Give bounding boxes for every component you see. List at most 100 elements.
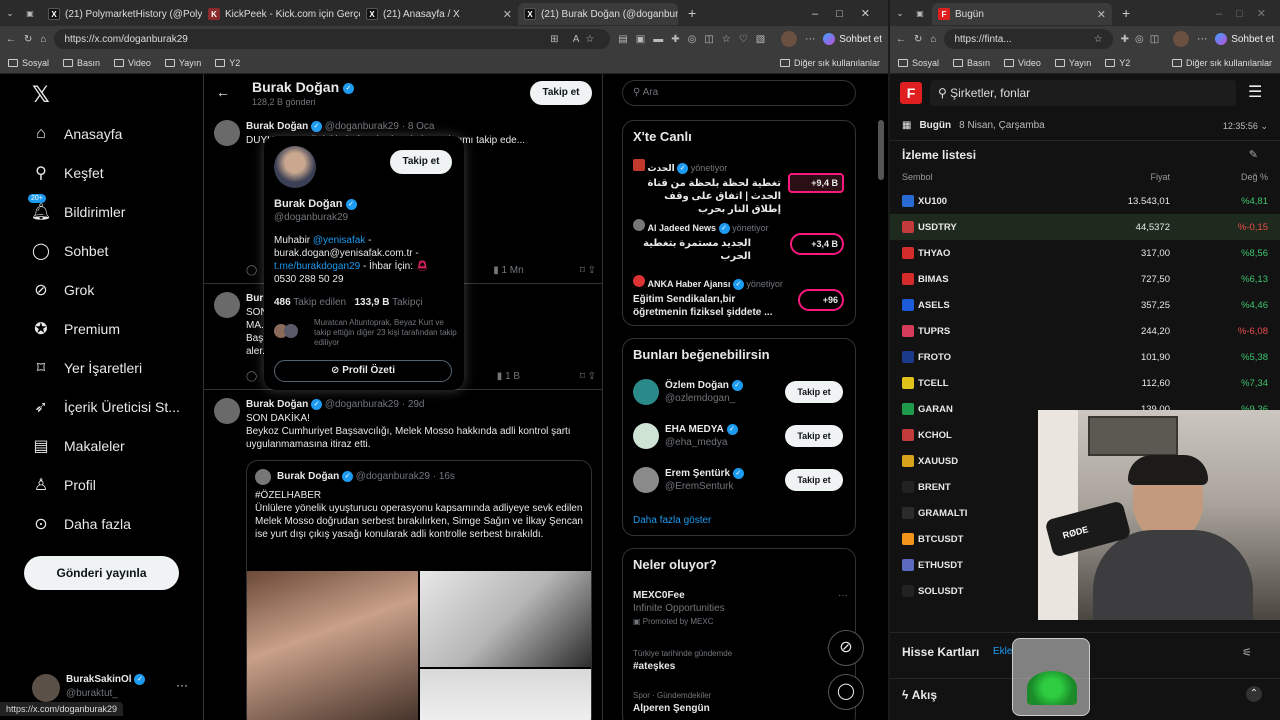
nav-makaleler[interactable]: ▤ Makaleler [0, 426, 203, 465]
bookmark-folder[interactable]: Yayın [164, 58, 201, 68]
workspaces-icon[interactable]: ▣ [914, 7, 926, 19]
bookmark-folder[interactable]: Video [1004, 58, 1041, 68]
url-field[interactable]: https://x.com/doganburak29 ⊞ A☆ [54, 29, 611, 49]
suggestion-item[interactable]: Erem Şentürk ✓ @EremSenturk Takip et [633, 465, 848, 499]
tab-bugun[interactable]: F Bugün ✕ [932, 3, 1112, 25]
show-more-link[interactable]: Daha fazla göster [633, 515, 711, 526]
follow-button[interactable]: Takip et [785, 425, 843, 447]
watchlist-row[interactable]: ASELS 357,25 %4,46 [890, 292, 1280, 318]
nav-grok[interactable]: ⊘ Grok [0, 270, 203, 309]
flow-section[interactable]: ϟ Akış [902, 688, 937, 702]
back-arrow-icon[interactable]: ← [216, 84, 230, 100]
home-icon[interactable]: ⌂ [930, 34, 936, 45]
copilot-chat-button[interactable]: Sohbet et [823, 33, 882, 45]
bookmark-folder[interactable]: Sosyal [8, 58, 49, 68]
edit-icon[interactable]: ✎ [1249, 148, 1258, 161]
window-controls[interactable]: –□✕ [1216, 7, 1280, 20]
hamburger-menu-icon[interactable]: ☰ [1248, 82, 1262, 102]
home-icon[interactable]: ⌂ [40, 34, 46, 45]
tweet[interactable]: Burak Doğan ✓ @doganburak29 · 29d SON DA… [204, 392, 602, 720]
reload-icon[interactable]: ↻ [914, 34, 922, 45]
close-icon[interactable]: ✕ [1097, 8, 1106, 21]
reply-icon[interactable]: ◯ [246, 264, 257, 277]
chat-float-button[interactable]: ◯ [828, 674, 864, 710]
account-name[interactable]: BurakSakinOl ✓ [66, 674, 146, 685]
trend-item[interactable]: Türkiye tarihinde gündemde #ateşkes [633, 647, 848, 673]
copilot-chat-button[interactable]: Sohbet et [1215, 33, 1274, 45]
watchlist-row[interactable]: USDTRY 44,5372 %-0,15 [890, 214, 1280, 240]
bio-link[interactable]: @yenisafak [313, 235, 365, 246]
menu-dots-icon[interactable]: ⋯ [1197, 34, 1207, 45]
watchlist-row[interactable]: XU100 13.543,01 %4,81 [890, 188, 1280, 214]
live-item[interactable]: الحدث ✓ yönetiyor تغطية لحظة بلحظة من قن… [633, 159, 848, 215]
bookmark-folder[interactable]: Y2 [1105, 58, 1130, 68]
stock-cards-add-link[interactable]: Ekle [993, 646, 1012, 657]
trend-item[interactable]: Spor · Gündemdekiler Alperen Şengün [633, 689, 848, 715]
trend-item[interactable]: MEXC0Fee ··· Infinite Opportunities ▣ Promo… [633, 589, 848, 628]
watchlist-row[interactable]: FROTO 101,90 %5,38 [890, 344, 1280, 370]
extension-icons[interactable]: ✚◎◫ [1121, 34, 1166, 45]
reload-icon[interactable]: ↻ [24, 34, 32, 45]
follow-button[interactable]: Takip et [530, 81, 592, 105]
search-input[interactable]: ⚲ Ara [622, 80, 856, 106]
views-count[interactable]: ▮ 1 B [497, 370, 520, 383]
grok-float-button[interactable]: ⊘ [828, 630, 864, 666]
window-controls[interactable]: –□✕ [812, 7, 888, 20]
nav-premium[interactable]: ✪ Premium [0, 309, 203, 348]
quote-image[interactable] [247, 571, 418, 720]
new-tab-icon[interactable]: + [1122, 5, 1130, 21]
workspaces-icon[interactable]: ▣ [24, 7, 36, 19]
bookmark-folder[interactable]: Video [114, 58, 151, 68]
bookmark-folder[interactable]: Basın [953, 58, 990, 68]
watchlist-row[interactable]: TUPRS 244,20 %-6,08 [890, 318, 1280, 344]
hover-avatar[interactable] [274, 146, 316, 188]
bookmark-folder[interactable]: Y2 [215, 58, 240, 68]
bookmark-other[interactable]: Diğer sık kullanılanlar [1171, 58, 1272, 68]
watchlist-row[interactable]: THYAO 317,00 %8,56 [890, 240, 1280, 266]
account-avatar[interactable] [32, 674, 60, 702]
url-actions-icons[interactable]: ⊞ A☆ [550, 34, 600, 45]
more-icon[interactable]: ··· [838, 589, 848, 602]
menu-dots-icon[interactable]: ⋯ [805, 34, 815, 45]
quote-image[interactable] [420, 571, 591, 667]
scrollbar[interactable] [878, 120, 884, 180]
hover-follow-button[interactable]: Takip et [390, 150, 452, 174]
tab-list-icon[interactable]: ⌄ [4, 7, 16, 19]
quote-tweet[interactable]: Burak Doğan ✓ @doganburak29 · 16s #ÖZELH… [246, 460, 592, 720]
profile-summary-button[interactable]: ⊘ Profil Özeti [274, 360, 452, 382]
reply-icon[interactable]: ◯ [246, 370, 257, 383]
url-field[interactable]: https://finta... ☆ [944, 29, 1113, 49]
bookmark-folder[interactable]: Yayın [1054, 58, 1091, 68]
bio-link[interactable]: t.me/burakdogan29 [274, 261, 360, 272]
back-icon[interactable]: ← [6, 34, 16, 45]
account-menu-icon[interactable]: ··· [176, 678, 188, 692]
extension-icons[interactable]: ▤▣▬✚◎◫☆♡▧ [618, 34, 773, 45]
col-header-change[interactable]: Değ % [1241, 172, 1268, 182]
nav-kesfet[interactable]: ⚲ Keşfet [0, 153, 203, 192]
followers-count[interactable]: 133,9 B [354, 297, 389, 308]
quote-image[interactable] [420, 669, 591, 720]
col-header-price[interactable]: Fiyat [1150, 172, 1170, 182]
close-icon[interactable]: ✕ [503, 8, 512, 21]
bookmark-icon[interactable]: ⌑ ⇪ [580, 264, 596, 277]
profile-avatar[interactable] [1173, 31, 1190, 47]
suggestion-item[interactable]: Özlem Doğan ✓ @ozlemdogan_ Takip et [633, 377, 848, 411]
nav-sohbet[interactable]: ◯ Sohbet [0, 231, 203, 270]
tab-burak-dogan[interactable]: X(21) Burak Doğan (@doganburak2✕ [518, 3, 678, 25]
new-tab-icon[interactable]: + [688, 5, 696, 21]
filter-icon[interactable]: ⚟ [1242, 646, 1252, 659]
watchlist-row[interactable]: BIMAS 727,50 %6,13 [890, 266, 1280, 292]
tab-list-icon[interactable]: ⌄ [894, 7, 906, 19]
search-input[interactable]: ⚲ Şirketler, fonlar [930, 80, 1236, 106]
suggestion-item[interactable]: EHA MEDYA ✓ @eha_medya Takip et [633, 421, 848, 455]
tab-kickpeek[interactable]: KKickPeek - Kick.com için Gerçek Z✕ [202, 3, 360, 25]
bookmark-folder[interactable]: Basın [63, 58, 100, 68]
x-logo-icon[interactable]: 𝕏 [32, 82, 50, 108]
back-icon[interactable]: ← [896, 34, 906, 45]
tab-polymarket[interactable]: X(21) PolymarketHistory (@Polymar✕ [42, 3, 202, 25]
nav-daha-fazla[interactable]: ⊙ Daha fazla [0, 504, 203, 543]
expand-icon[interactable]: ⌄ [1260, 121, 1268, 131]
live-item[interactable]: ANKA Haber Ajansı ✓ yönetiyor Eğitim Sen… [633, 275, 848, 321]
follow-button[interactable]: Takip et [785, 469, 843, 491]
col-header-symbol[interactable]: Sembol [902, 172, 933, 182]
